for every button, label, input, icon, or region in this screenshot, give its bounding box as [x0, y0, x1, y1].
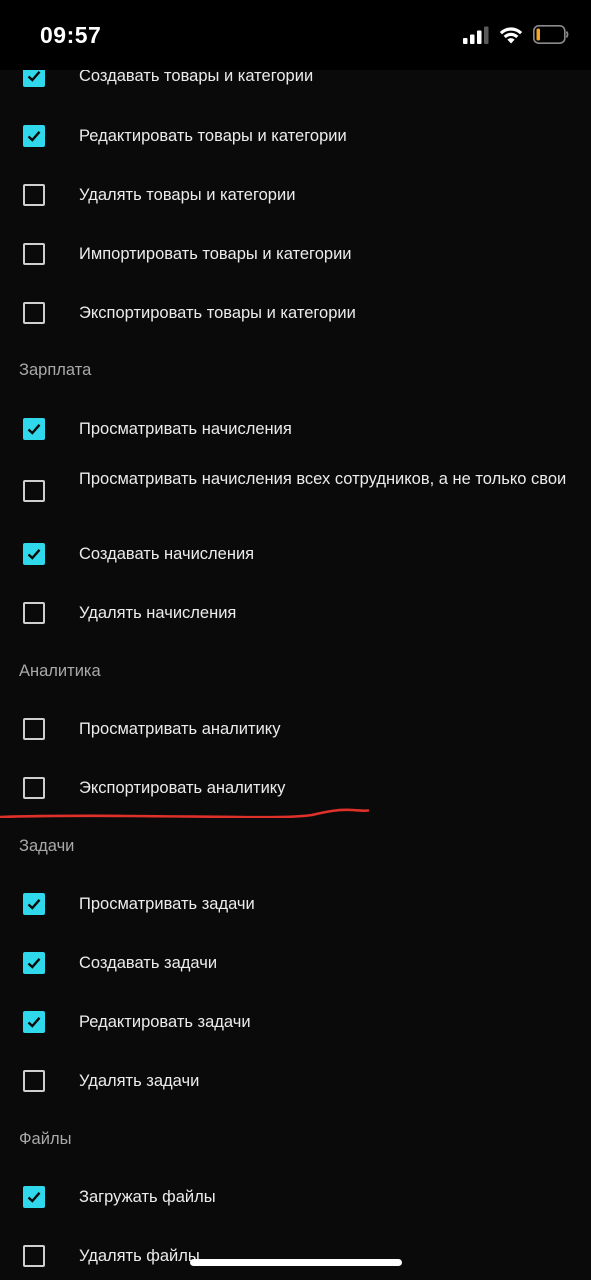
check-icon: [27, 424, 41, 435]
battery-low-icon: [533, 25, 569, 49]
check-icon: [27, 549, 41, 560]
checkbox-checked[interactable]: [23, 952, 45, 974]
permission-label: Редактировать задачи: [79, 1013, 251, 1031]
checkbox-checked[interactable]: [23, 1186, 45, 1208]
checkbox-unchecked[interactable]: [23, 602, 45, 624]
permission-row[interactable]: Просматривать начисления: [0, 413, 591, 445]
status-time: 09:57: [40, 22, 102, 48]
section-header-tasks: Задачи: [19, 837, 75, 855]
checkbox-unchecked[interactable]: [23, 718, 45, 740]
section-header-salary: Зарплата: [19, 361, 92, 379]
check-icon: [27, 899, 41, 910]
checkbox-unchecked[interactable]: [23, 1245, 45, 1267]
permission-row[interactable]: Создавать начисления: [0, 538, 591, 570]
permission-row[interactable]: Создавать товары и категории: [0, 70, 591, 92]
wifi-icon: [499, 26, 523, 49]
permission-row[interactable]: Редактировать товары и категории: [0, 120, 591, 152]
permission-row[interactable]: Редактировать задачи: [0, 1006, 591, 1038]
permission-row[interactable]: Загружать файлы: [0, 1181, 591, 1213]
permission-row[interactable]: Просматривать начисления всех сотруднико…: [0, 466, 591, 518]
permission-label: Импортировать товары и категории: [79, 245, 352, 263]
checkbox-checked[interactable]: [23, 418, 45, 440]
check-icon: [27, 958, 41, 969]
permission-label: Экспортировать аналитику: [79, 779, 286, 797]
status-icons: [463, 25, 569, 49]
checkbox-checked[interactable]: [23, 70, 45, 87]
checkbox-unchecked[interactable]: [23, 243, 45, 265]
checkbox-unchecked[interactable]: [23, 480, 45, 502]
checkbox-unchecked[interactable]: [23, 302, 45, 324]
permission-row[interactable]: Удалять задачи: [0, 1065, 591, 1097]
checkbox-checked[interactable]: [23, 893, 45, 915]
permission-label: Создавать начисления: [79, 545, 255, 563]
permission-row[interactable]: Просматривать задачи: [0, 888, 591, 920]
permission-row[interactable]: Удалять товары и категории: [0, 179, 591, 211]
permission-label: Загружать файлы: [79, 1188, 216, 1206]
permission-row[interactable]: Удалять начисления: [0, 597, 591, 629]
checkbox-checked[interactable]: [23, 125, 45, 147]
permission-label: Удалять задачи: [79, 1072, 200, 1090]
checkbox-checked[interactable]: [23, 1011, 45, 1033]
red-annotation-line: [0, 808, 370, 818]
permission-row[interactable]: Импортировать товары и категории: [0, 238, 591, 270]
status-bar: 09:57: [0, 0, 591, 70]
permission-row[interactable]: Создавать задачи: [0, 947, 591, 979]
permission-label: Создавать задачи: [79, 954, 218, 972]
permission-label: Просматривать начисления: [79, 420, 292, 438]
permission-label: Удалять начисления: [79, 604, 237, 622]
permission-label: Просматривать задачи: [79, 895, 255, 913]
section-header-files: Файлы: [19, 1130, 72, 1148]
permission-row[interactable]: Просматривать аналитику: [0, 713, 591, 745]
permissions-list: Создавать товары и категории Редактирова…: [0, 70, 591, 1280]
permission-label: Редактировать товары и категории: [79, 127, 347, 145]
permission-row[interactable]: Экспортировать товары и категории: [0, 297, 591, 329]
permission-row[interactable]: Удалять файлы: [0, 1240, 591, 1272]
check-icon: [27, 1017, 41, 1028]
checkbox-unchecked[interactable]: [23, 777, 45, 799]
checkbox-unchecked[interactable]: [23, 184, 45, 206]
section-header-analytics: Аналитика: [19, 662, 101, 680]
check-icon: [27, 71, 41, 82]
permission-label: Удалять товары и категории: [79, 186, 296, 204]
permission-label: Экспортировать товары и категории: [79, 304, 356, 322]
permission-label: Создавать товары и категории: [79, 70, 314, 85]
permission-label: Просматривать аналитику: [79, 720, 281, 738]
home-indicator: [190, 1259, 402, 1266]
permission-label: Просматривать начисления всех сотруднико…: [79, 470, 567, 488]
check-icon: [27, 1192, 41, 1203]
cellular-signal-icon: [463, 26, 489, 49]
check-icon: [27, 131, 41, 142]
checkbox-unchecked[interactable]: [23, 1070, 45, 1092]
checkbox-checked[interactable]: [23, 543, 45, 565]
